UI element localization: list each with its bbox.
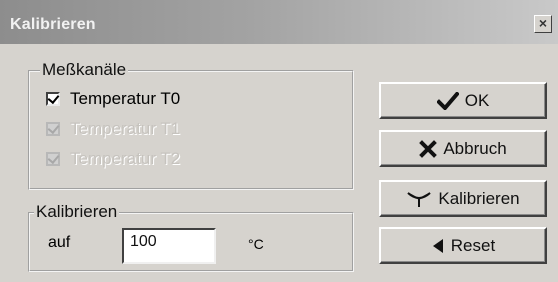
window-title: Kalibrieren (10, 16, 96, 33)
left-triangle-icon (431, 238, 445, 254)
checkbox-temperature-t2: Temperatur T2 (46, 148, 180, 170)
check-mark-icon (47, 151, 60, 165)
checkbox-label: Temperatur T0 (70, 89, 181, 108)
reset-button-label: Reset (450, 235, 496, 255)
dish-icon (406, 189, 432, 209)
target-label: auf (48, 234, 71, 251)
checkbox-label: Temperatur T1 (70, 119, 181, 138)
ok-button[interactable]: OK (379, 82, 547, 119)
checkbox-temperature-t0[interactable]: Temperatur T0 (46, 88, 180, 110)
calibration-value-input[interactable] (122, 228, 216, 264)
calibrate-button-label: Kalibrieren (438, 188, 520, 208)
checkbox-box[interactable] (46, 91, 60, 106)
cross-icon (419, 139, 438, 158)
checkbox-temperature-t1: Temperatur T1 (46, 118, 180, 140)
check-mark-icon (47, 121, 60, 135)
close-button[interactable]: × (534, 15, 552, 33)
checkbox-box (46, 121, 60, 136)
close-icon: × (538, 15, 548, 31)
reset-button[interactable]: Reset (379, 227, 547, 264)
check-mark-icon (47, 91, 60, 105)
unit-label: °C (248, 236, 264, 252)
checkbox-label: Temperatur T2 (70, 149, 181, 168)
title-bar[interactable]: Kalibrieren × (0, 0, 558, 44)
ok-button-label: OK (464, 90, 490, 110)
checkmark-icon (436, 91, 459, 110)
calibration-dialog: Kalibrieren × Meßkanäle Temperatur T0 Te… (0, 0, 558, 282)
channels-group: Meßkanäle Temperatur T0 Temperatur T1 Te… (28, 60, 354, 190)
cancel-button-label: Abbruch (443, 138, 507, 158)
checkbox-box (46, 151, 60, 166)
calibrate-button[interactable]: Kalibrieren (379, 180, 547, 217)
calibrate-group: Kalibrieren auf °C (28, 202, 354, 272)
channels-group-legend: Meßkanäle (40, 60, 129, 80)
cancel-button[interactable]: Abbruch (379, 130, 547, 167)
calibrate-group-legend: Kalibrieren (34, 202, 120, 222)
